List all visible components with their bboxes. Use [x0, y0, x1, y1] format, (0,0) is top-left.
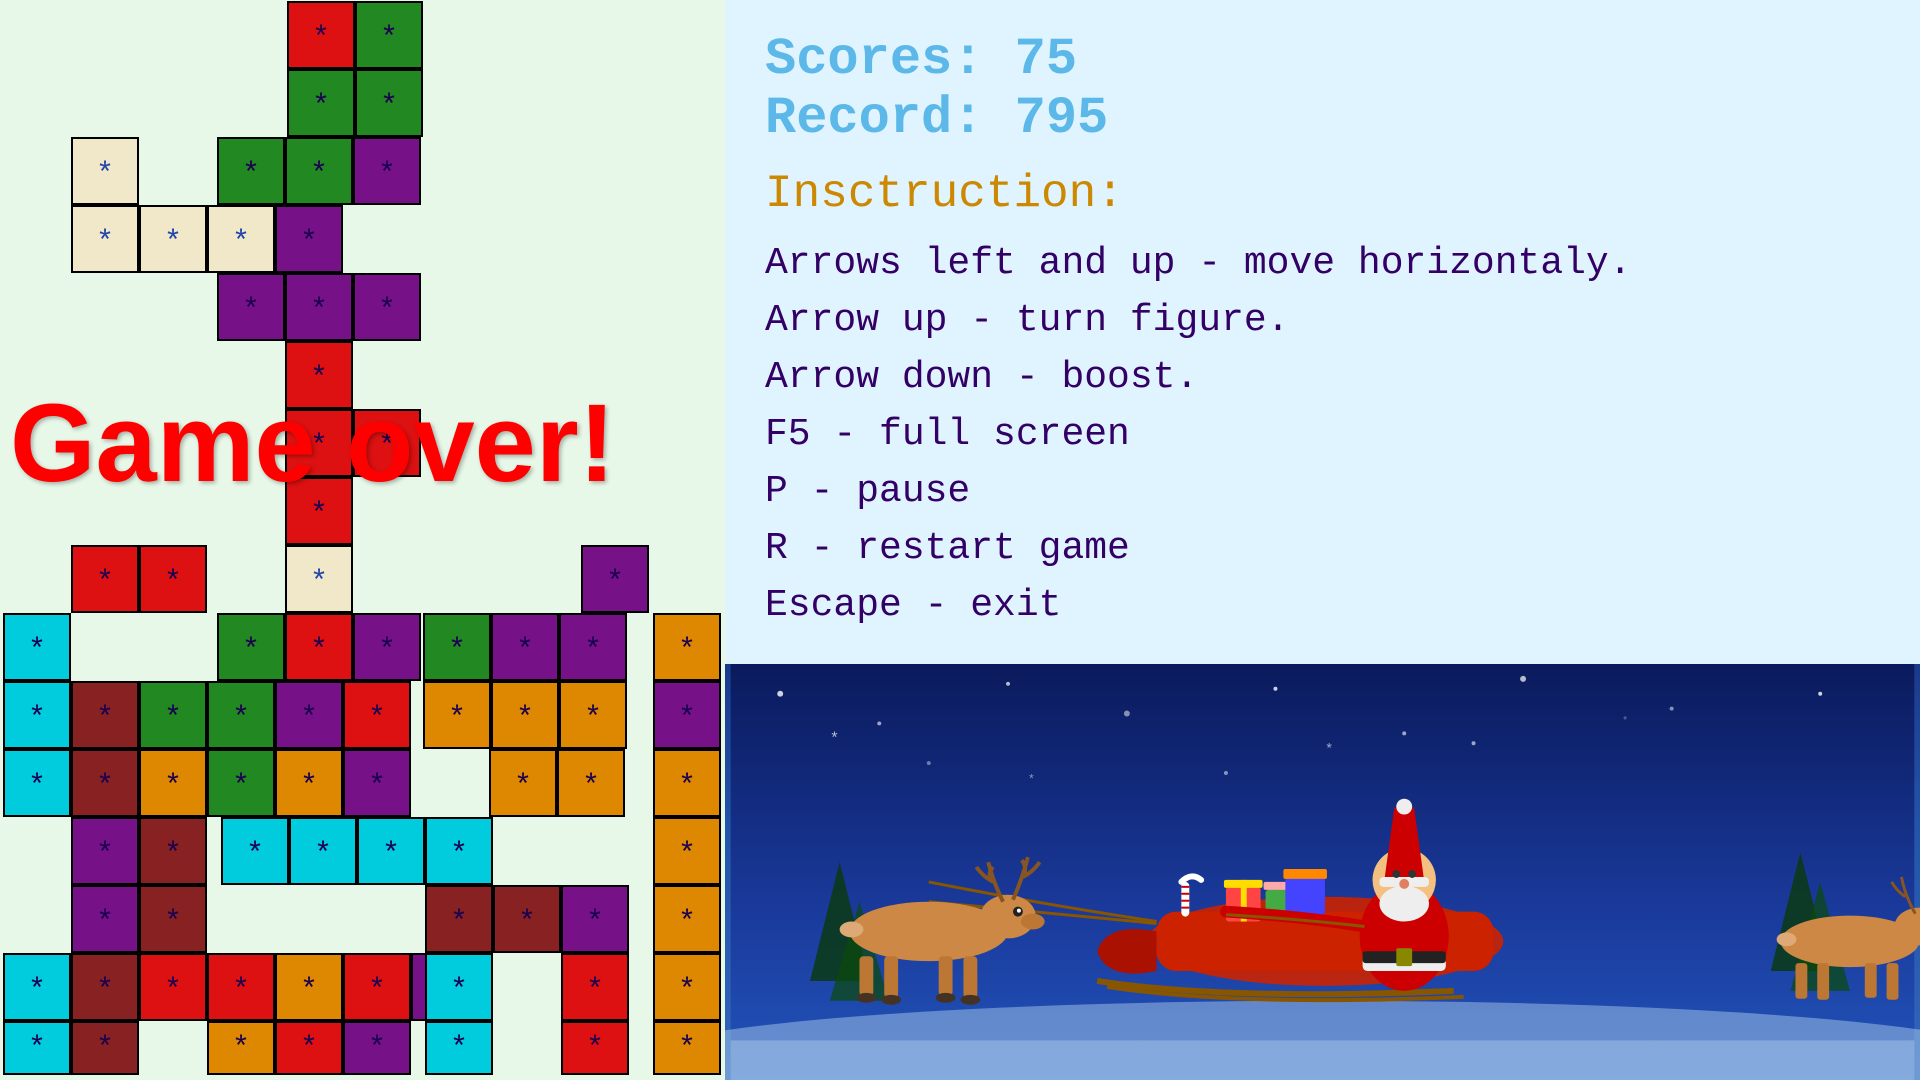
svg-text:*: *: [232, 974, 250, 1008]
right-panel: Scores: 75 Record: 795 Insctruction: Arr…: [725, 0, 1920, 1080]
instruction-line-2: Arrow up - turn figure.: [765, 292, 1880, 349]
svg-text:*: *: [378, 294, 396, 328]
svg-text:*: *: [584, 702, 602, 736]
svg-text:*: *: [310, 158, 328, 192]
svg-text:*: *: [96, 770, 114, 804]
svg-text:*: *: [448, 702, 466, 736]
instruction-title: Insctruction:: [765, 168, 1880, 220]
svg-text:*: *: [380, 22, 398, 56]
instruction-line-5: P - pause: [765, 463, 1880, 520]
svg-text:*: *: [164, 702, 182, 736]
svg-text:*: *: [378, 158, 396, 192]
game-over-label: Game over!: [10, 380, 615, 507]
svg-text:*: *: [28, 702, 46, 736]
svg-text:*: *: [96, 974, 114, 1008]
svg-text:*: *: [312, 90, 330, 124]
svg-text:*: *: [1325, 742, 1333, 758]
svg-text:*: *: [448, 634, 466, 668]
svg-text:*: *: [242, 158, 260, 192]
svg-text:*: *: [606, 566, 624, 600]
svg-text:*: *: [678, 1032, 696, 1066]
svg-text:*: *: [96, 906, 114, 940]
svg-text:*: *: [678, 702, 696, 736]
svg-text:*: *: [1028, 773, 1035, 787]
svg-text:*: *: [368, 702, 386, 736]
svg-text:*: *: [678, 634, 696, 668]
svg-text:*: *: [96, 226, 114, 260]
svg-text:*: *: [300, 1032, 318, 1066]
svg-text:*: *: [164, 566, 182, 600]
svg-text:*: *: [232, 770, 250, 804]
svg-text:*: *: [242, 294, 260, 328]
svg-text:*: *: [516, 634, 534, 668]
svg-text:*: *: [514, 770, 532, 804]
svg-text:*: *: [164, 906, 182, 940]
svg-text:*: *: [164, 770, 182, 804]
svg-text:*: *: [380, 90, 398, 124]
svg-text:*: *: [300, 702, 318, 736]
scores-section: Scores: 75 Record: 795: [765, 30, 1880, 148]
svg-text:*: *: [28, 770, 46, 804]
tetris-grid: * * * * * * * * * * * * * * * *: [0, 0, 725, 1080]
instruction-line-6: R - restart game: [765, 520, 1880, 577]
scores-display: Scores: 75: [765, 30, 1880, 89]
svg-text:*: *: [232, 1032, 250, 1066]
svg-text:*: *: [96, 1032, 114, 1066]
svg-text:*: *: [450, 1032, 468, 1066]
svg-text:*: *: [678, 770, 696, 804]
svg-text:*: *: [310, 634, 328, 668]
svg-text:*: *: [450, 838, 468, 872]
svg-text:*: *: [1622, 715, 1628, 726]
svg-text:*: *: [450, 906, 468, 940]
svg-text:*: *: [300, 226, 318, 260]
svg-text:*: *: [310, 566, 328, 600]
svg-text:*: *: [312, 22, 330, 56]
svg-text:*: *: [586, 974, 604, 1008]
svg-text:*: *: [584, 634, 602, 668]
svg-text:*: *: [164, 226, 182, 260]
svg-text:*: *: [164, 838, 182, 872]
svg-text:*: *: [516, 702, 534, 736]
svg-text:*: *: [232, 702, 250, 736]
svg-text:*: *: [586, 1032, 604, 1066]
svg-text:*: *: [830, 730, 840, 748]
game-board: Game over! * * * * * * * * * * * * *: [0, 0, 725, 1080]
svg-text:*: *: [582, 770, 600, 804]
svg-text:*: *: [28, 974, 46, 1008]
svg-text:*: *: [518, 906, 536, 940]
svg-text:*: *: [368, 974, 386, 1008]
svg-text:*: *: [96, 702, 114, 736]
svg-text:*: *: [678, 974, 696, 1008]
svg-text:*: *: [678, 838, 696, 872]
svg-text:*: *: [96, 566, 114, 600]
svg-text:*: *: [28, 1032, 46, 1066]
svg-text:*: *: [246, 838, 264, 872]
svg-text:*: *: [164, 974, 182, 1008]
svg-text:*: *: [368, 770, 386, 804]
svg-text:*: *: [300, 770, 318, 804]
svg-text:*: *: [310, 294, 328, 328]
instruction-line-7: Escape - exit: [765, 577, 1880, 634]
svg-text:*: *: [242, 634, 260, 668]
svg-text:*: *: [96, 838, 114, 872]
svg-text:*: *: [450, 974, 468, 1008]
instruction-line-3: Arrow down - boost.: [765, 349, 1880, 406]
svg-text:*: *: [232, 226, 250, 260]
svg-text:*: *: [678, 906, 696, 940]
instruction-line-4: F5 - full screen: [765, 406, 1880, 463]
record-display: Record: 795: [765, 89, 1880, 148]
info-panel: Scores: 75 Record: 795 Insctruction: Arr…: [725, 0, 1920, 664]
svg-text:*: *: [28, 634, 46, 668]
svg-text:*: *: [314, 838, 332, 872]
svg-text:*: *: [378, 634, 396, 668]
svg-text:*: *: [586, 906, 604, 940]
santa-panel: * * * *: [725, 664, 1920, 1080]
instruction-body: Arrows left and up - move horizontaly. A…: [765, 235, 1880, 634]
svg-text:*: *: [368, 1032, 386, 1066]
santa-scene-svg: * * * *: [725, 664, 1920, 1080]
svg-text:*: *: [96, 158, 114, 192]
svg-text:*: *: [300, 974, 318, 1008]
instruction-line-1: Arrows left and up - move horizontaly.: [765, 235, 1880, 292]
svg-text:*: *: [382, 838, 400, 872]
